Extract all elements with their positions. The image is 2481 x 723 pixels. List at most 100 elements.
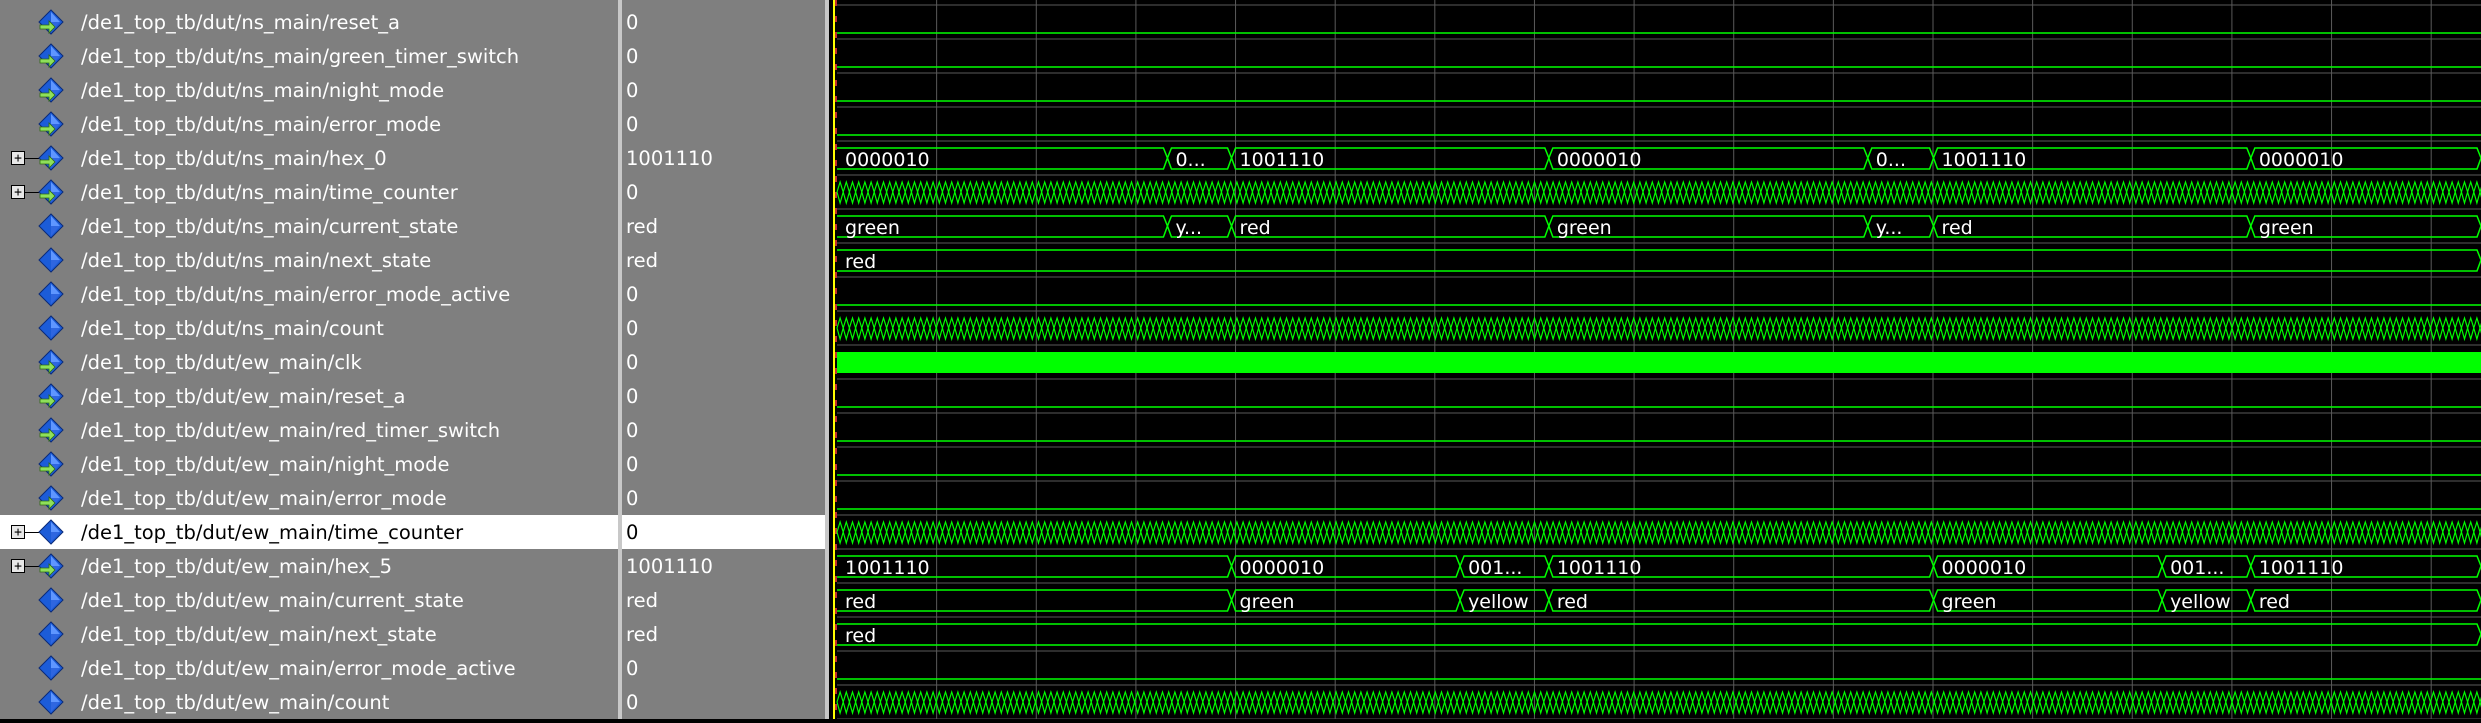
signal-value: 0	[626, 350, 639, 374]
signal-row[interactable]: /de1_top_tb/dut/ns_main/green_timer_swit…	[0, 39, 618, 73]
signal-value: red	[626, 248, 658, 272]
signal-row[interactable]: /de1_top_tb/dut/ns_main/reset_a	[0, 5, 618, 39]
signal-value: 0	[626, 112, 639, 136]
bus-segment-label: 0...	[1175, 149, 1205, 171]
tree-connector	[25, 532, 39, 533]
value-row[interactable]: 0	[622, 73, 825, 107]
bus-segment-label: red	[1240, 217, 1271, 239]
signal-row[interactable]: /de1_top_tb/dut/ns_main/error_mode	[0, 107, 618, 141]
value-row[interactable]: 0	[622, 515, 825, 549]
input-port-icon	[38, 349, 64, 375]
clock-trace	[837, 352, 2481, 373]
value-row[interactable]: 0	[622, 413, 825, 447]
signal-value: 0	[626, 656, 639, 680]
bus-segment-label: yellow	[1468, 591, 1529, 613]
signal-row[interactable]: /de1_top_tb/dut/ew_main/current_state	[0, 583, 618, 617]
signal-row[interactable]: /de1_top_tb/dut/ew_main/night_mode	[0, 447, 618, 481]
expand-toggle-icon[interactable]: +	[11, 525, 25, 539]
input-port-icon	[38, 485, 64, 511]
signal-row[interactable]: /de1_top_tb/dut/ns_main/error_mode_activ…	[0, 277, 618, 311]
bus-segment-label: 0000010	[1557, 149, 1642, 171]
value-row[interactable]: 0	[622, 5, 825, 39]
signal-row[interactable]: /de1_top_tb/dut/ew_main/next_state	[0, 617, 618, 651]
signal-values-pane[interactable]: 0 0 0 0 1001110 0 red red 0 0 0 0 0 0 0 0 1001110 red red 0…	[622, 0, 825, 719]
signal-row[interactable]: + /de1_top_tb/dut/ew_main/hex_5	[0, 549, 618, 583]
signal-value: 0	[626, 452, 639, 476]
bus-segment-label: red	[2259, 591, 2290, 613]
value-row[interactable]: 0	[622, 107, 825, 141]
signal-value: 0	[626, 316, 639, 340]
signal-row[interactable]: /de1_top_tb/dut/ew_main/error_mode_activ…	[0, 651, 618, 685]
input-port-icon	[38, 417, 64, 443]
expand-toggle-icon[interactable]: +	[11, 185, 25, 199]
waveform-pane[interactable]: 0000010 0... 1001110 0000010 0... 1001110 0000…	[829, 0, 2481, 720]
value-row[interactable]: 0	[622, 311, 825, 345]
signal-row[interactable]: /de1_top_tb/dut/ns_main/night_mode	[0, 73, 618, 107]
signal-row[interactable]: /de1_top_tb/dut/ew_main/count	[0, 685, 618, 719]
signal-name: /de1_top_tb/dut/ew_main/current_state	[81, 588, 464, 612]
signal-name: /de1_top_tb/dut/ew_main/next_state	[81, 622, 437, 646]
input-port-icon	[38, 43, 64, 69]
signal-name: /de1_top_tb/dut/ew_main/night_mode	[81, 452, 450, 476]
bus-segment-label: y...	[1175, 217, 1202, 239]
value-row[interactable]: red	[622, 243, 825, 277]
value-row[interactable]: 0	[622, 175, 825, 209]
value-row[interactable]: 0	[622, 651, 825, 685]
internal-signal-icon	[38, 655, 64, 681]
value-row[interactable]: 0	[622, 345, 825, 379]
signal-value: 1001110	[626, 146, 713, 170]
bus-segment-label: green	[2259, 217, 2314, 239]
signal-row[interactable]: /de1_top_tb/dut/ew_main/red_timer_switch	[0, 413, 618, 447]
signal-name: /de1_top_tb/dut/ew_main/error_mode	[81, 486, 447, 510]
value-row[interactable]: 1001110	[622, 549, 825, 583]
signal-row[interactable]: + /de1_top_tb/dut/ew_main/time_counter	[0, 515, 618, 549]
bus-segment-label: 1001110	[1557, 557, 1642, 579]
bus-segment-label: 0...	[1876, 149, 1906, 171]
signal-name: /de1_top_tb/dut/ew_main/error_mode_activ…	[81, 656, 516, 680]
signal-row[interactable]: + /de1_top_tb/dut/ns_main/hex_0	[0, 141, 618, 175]
bus-segment-label: red	[845, 251, 876, 273]
value-row[interactable]: 0	[622, 379, 825, 413]
signal-row[interactable]: + /de1_top_tb/dut/ns_main/time_counter	[0, 175, 618, 209]
bus-segment-label: 1001110	[2259, 557, 2344, 579]
value-row[interactable]: red	[622, 617, 825, 651]
value-row[interactable]: red	[622, 583, 825, 617]
signal-name: /de1_top_tb/dut/ew_main/clk	[81, 350, 362, 374]
expand-toggle-icon[interactable]: +	[11, 559, 25, 573]
value-row[interactable]: 0	[622, 481, 825, 515]
bus-segment-label: green	[1557, 217, 1612, 239]
signal-row[interactable]: /de1_top_tb/dut/ew_main/reset_a	[0, 379, 618, 413]
internal-signal-icon	[38, 213, 64, 239]
signal-row[interactable]: /de1_top_tb/dut/ns_main/count	[0, 311, 618, 345]
signal-name: /de1_top_tb/dut/ns_main/green_timer_swit…	[81, 44, 520, 68]
signal-row[interactable]: /de1_top_tb/dut/ns_main/next_state	[0, 243, 618, 277]
signal-row[interactable]: /de1_top_tb/dut/ew_main/clk	[0, 345, 618, 379]
signal-row[interactable]: /de1_top_tb/dut/ns_main/current_state	[0, 209, 618, 243]
value-row[interactable]: 0	[622, 39, 825, 73]
bus-segment-label: green	[1240, 591, 1295, 613]
expand-toggle-icon[interactable]: +	[11, 151, 25, 165]
signal-name: /de1_top_tb/dut/ns_main/time_counter	[81, 180, 458, 204]
waveform-canvas[interactable]: 0000010 0... 1001110 0000010 0... 1001110 0000…	[829, 0, 2481, 720]
internal-signal-icon	[38, 587, 64, 613]
internal-signal-icon	[38, 281, 64, 307]
value-row[interactable]: 1001110	[622, 141, 825, 175]
tree-connector	[25, 566, 39, 567]
signal-name: /de1_top_tb/dut/ns_main/error_mode_activ…	[81, 282, 511, 306]
signal-row[interactable]: /de1_top_tb/dut/ew_main/error_mode	[0, 481, 618, 515]
bus-segment-label: red	[1942, 217, 1973, 239]
value-row[interactable]: red	[622, 209, 825, 243]
bus-segment-label: 1001110	[1942, 149, 2027, 171]
bus-segment-label: 001...	[1468, 557, 1522, 579]
bus-segment-label: y...	[1876, 217, 1903, 239]
bus-segment-label: yellow	[2170, 591, 2231, 613]
bus-segment-label: 0000010	[2259, 149, 2344, 171]
signal-names-pane[interactable]: /de1_top_tb/dut/ns_main/reset_a/de1_top_…	[0, 0, 618, 719]
internal-signal-icon	[38, 621, 64, 647]
internal-signal-icon	[38, 247, 64, 273]
signal-value: red	[626, 214, 658, 238]
value-row[interactable]: 0	[622, 685, 825, 719]
value-row[interactable]: 0	[622, 277, 825, 311]
signal-name: /de1_top_tb/dut/ew_main/time_counter	[81, 520, 464, 544]
value-row[interactable]: 0	[622, 447, 825, 481]
